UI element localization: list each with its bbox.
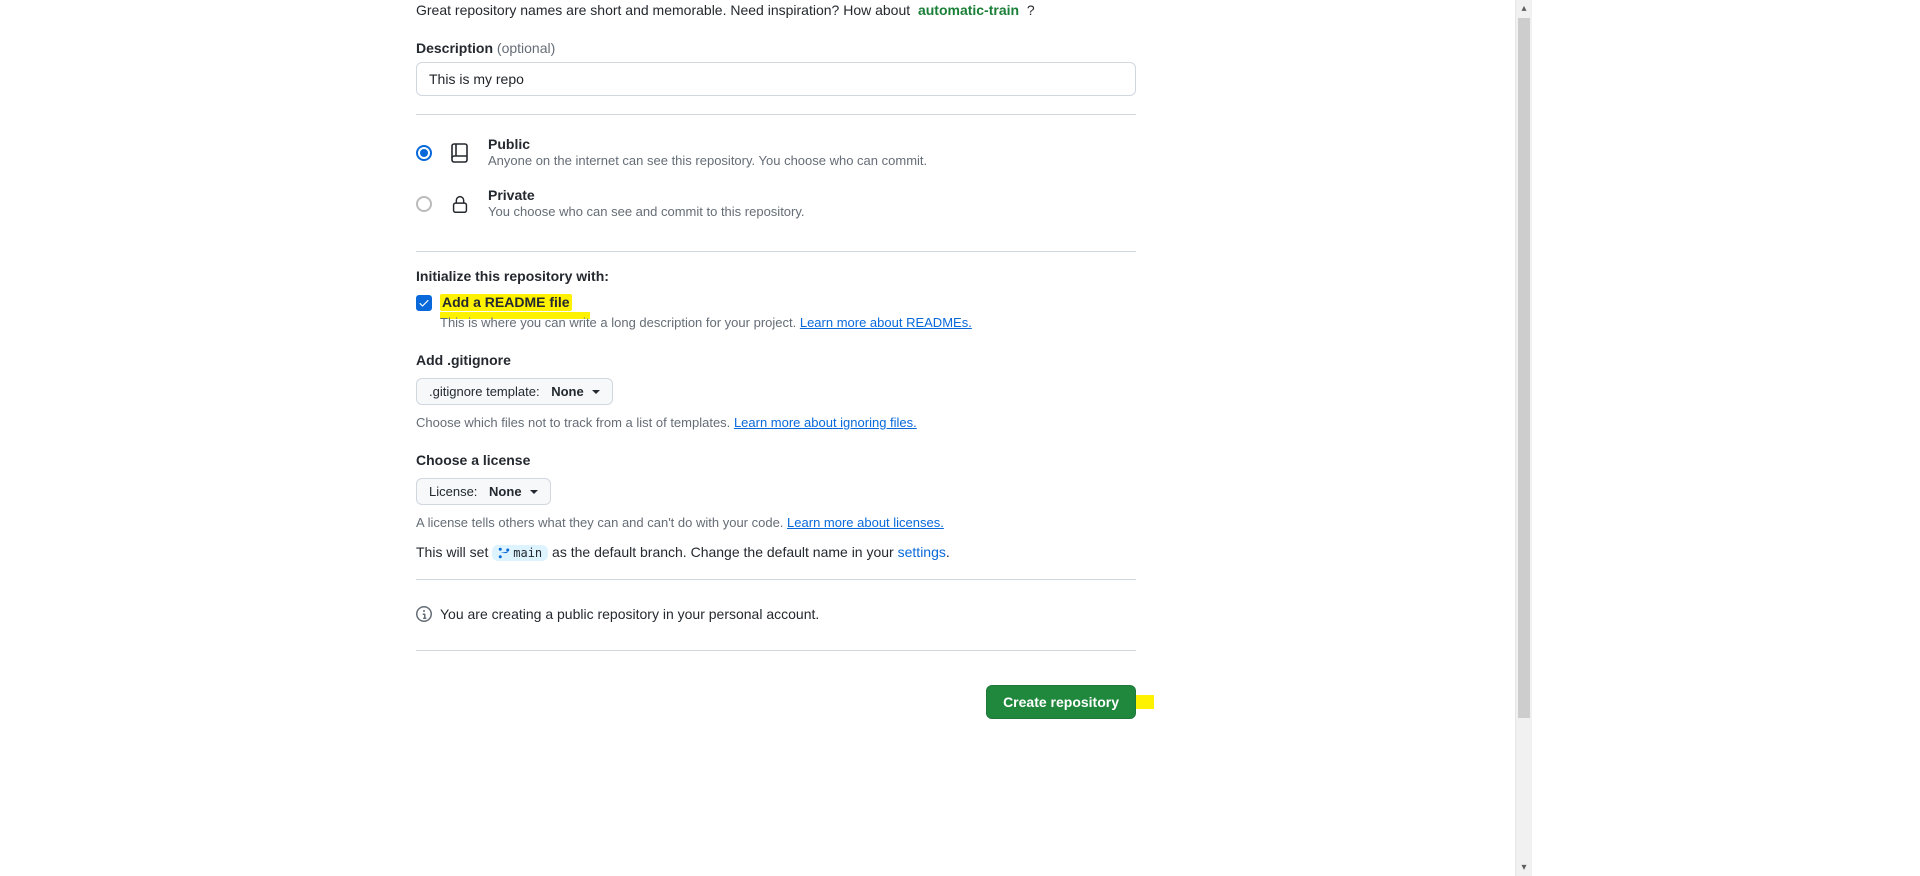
vertical-scrollbar[interactable]: ▴ ▾ — [1515, 0, 1532, 876]
readme-label: Add a README file — [440, 294, 572, 311]
public-title: Public — [488, 136, 1136, 152]
branch-mid: as the default branch. Change the defaul… — [552, 544, 894, 560]
branch-pre: This will set — [416, 544, 488, 560]
divider — [416, 650, 1136, 651]
license-dropdown[interactable]: License: None — [416, 478, 551, 505]
tagline-suffix: ? — [1027, 2, 1035, 18]
lock-icon — [446, 190, 474, 218]
description-optional: (optional) — [497, 40, 555, 56]
info-row: You are creating a public repository in … — [416, 596, 1136, 632]
tagline-prefix: Great repository names are short and mem… — [416, 2, 910, 18]
scroll-thumb[interactable] — [1518, 18, 1530, 718]
license-value: None — [489, 484, 522, 499]
license-learn-more-link[interactable]: Learn more about licenses. — [787, 515, 944, 530]
gitignore-template-dropdown[interactable]: .gitignore template: None — [416, 378, 613, 405]
create-repository-button[interactable]: Create repository — [986, 685, 1136, 719]
description-label: Description — [416, 40, 493, 56]
info-text: You are creating a public repository in … — [440, 606, 819, 622]
gitignore-heading: Add .gitignore — [416, 352, 1136, 368]
radio-private[interactable] — [416, 196, 432, 212]
license-help-row: A license tells others what they can and… — [416, 515, 1136, 530]
divider — [416, 579, 1136, 580]
visibility-option-private[interactable]: Private You choose who can see and commi… — [416, 182, 1136, 233]
visibility-option-public[interactable]: Public Anyone on the internet can see th… — [416, 131, 1136, 182]
info-icon — [416, 606, 432, 622]
initialize-heading: Initialize this repository with: — [416, 268, 1136, 284]
gitignore-learn-more-link[interactable]: Learn more about ignoring files. — [734, 415, 917, 430]
highlight-marker-create — [1134, 695, 1154, 709]
description-label-row: Description (optional) — [416, 40, 1136, 56]
readme-desc: This is where you can write a long descr… — [440, 315, 796, 330]
chevron-down-icon — [592, 390, 600, 394]
readme-checkbox[interactable] — [416, 295, 432, 311]
repo-name-tagline: Great repository names are short and mem… — [416, 2, 1136, 18]
repo-name-suggestion[interactable]: automatic-train — [918, 2, 1019, 18]
chevron-down-icon — [530, 490, 538, 494]
divider — [416, 251, 1136, 252]
settings-link[interactable]: settings — [898, 544, 946, 560]
readme-learn-more-link[interactable]: Learn more about READMEs. — [800, 315, 972, 330]
repo-icon — [446, 139, 474, 167]
license-help: A license tells others what they can and… — [416, 515, 783, 530]
branch-pill: main — [492, 545, 548, 561]
scroll-up-arrow[interactable]: ▴ — [1516, 0, 1533, 17]
gitignore-help: Choose which files not to track from a l… — [416, 415, 730, 430]
license-prefix: License: — [429, 484, 477, 499]
private-title: Private — [488, 187, 1136, 203]
gitignore-value: None — [551, 384, 584, 399]
form-actions: Create repository — [416, 667, 1136, 719]
gitignore-help-row: Choose which files not to track from a l… — [416, 415, 1136, 430]
readme-desc-row: This is where you can write a long descr… — [440, 315, 1136, 330]
branch-dot: . — [946, 544, 950, 560]
git-branch-icon — [498, 547, 510, 559]
public-desc: Anyone on the internet can see this repo… — [488, 153, 927, 168]
gitignore-prefix: .gitignore template: — [429, 384, 540, 399]
radio-public[interactable] — [416, 145, 432, 161]
new-repo-form: Great repository names are short and mem… — [416, 0, 1136, 719]
default-branch-line: This will set main as the default branch… — [416, 544, 1136, 561]
divider — [416, 114, 1136, 115]
description-input[interactable] — [416, 62, 1136, 96]
private-desc: You choose who can see and commit to thi… — [488, 204, 805, 219]
readme-checkbox-row[interactable]: Add a README file — [416, 294, 1136, 311]
license-heading: Choose a license — [416, 452, 1136, 468]
branch-name: main — [513, 546, 542, 560]
scroll-down-arrow[interactable]: ▾ — [1516, 859, 1533, 876]
